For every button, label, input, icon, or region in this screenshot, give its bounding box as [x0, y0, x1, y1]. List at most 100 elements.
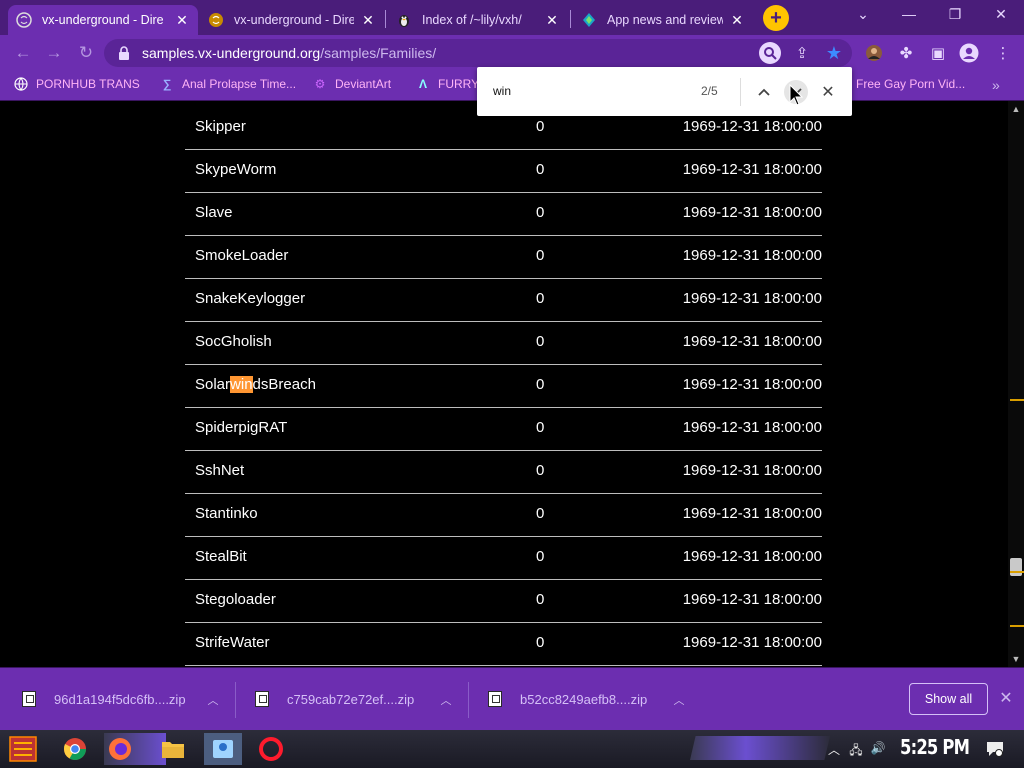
folder-link[interactable]: Slave — [195, 204, 233, 221]
file-date: 1969-12-31 18:00:00 — [682, 376, 822, 393]
bookmark-item[interactable]: ⚙ DeviantArt — [313, 77, 391, 91]
mail-app-icon[interactable] — [204, 733, 242, 765]
download-filename: 96d1a194f5dc6fb....zip — [54, 691, 186, 707]
bookmark-item[interactable]: PORNHUB TRANS — [14, 77, 140, 91]
folder-link[interactable]: SolarwindsBreach — [195, 376, 316, 393]
folder-link[interactable]: SnakeKeylogger — [195, 290, 305, 307]
file-explorer-app-icon[interactable] — [156, 733, 190, 765]
bookmark-item[interactable]: Λ FURRY — [416, 77, 479, 91]
puzzle-extensions-icon[interactable]: ✤ — [895, 42, 917, 64]
url-path: /samples/Families/ — [320, 45, 437, 61]
close-window-button[interactable]: ✕ — [991, 6, 1011, 26]
folder-link[interactable]: Skipper — [195, 118, 246, 135]
zip-file-icon — [488, 691, 502, 707]
new-tab-button[interactable]: + — [763, 5, 789, 31]
vx-underground-favicon-icon — [16, 12, 32, 28]
table-row: SshNet 0 1969-12-31 18:00:00 — [185, 451, 822, 494]
scrollbar-thumb[interactable] — [1010, 558, 1022, 576]
tab-vx-underground-2[interactable]: vx-underground - Dire ✕ — [200, 5, 384, 35]
bookmark-label: PORNHUB TRANS — [36, 77, 140, 91]
folder-link[interactable]: Stegoloader — [195, 591, 276, 608]
tab-app-news[interactable]: App news and reviews ✕ — [573, 5, 753, 35]
folder-link[interactable]: SmokeLoader — [195, 247, 288, 264]
find-divider — [740, 78, 741, 106]
download-item[interactable]: c759cab72e72ef....zip — [255, 690, 414, 708]
tab-title: vx-underground - Dire — [234, 13, 354, 27]
folder-link[interactable]: SshNet — [195, 462, 244, 479]
chrome-app-icon[interactable] — [58, 733, 92, 765]
file-date: 1969-12-31 18:00:00 — [682, 591, 822, 608]
url-host: samples.vx-underground.org — [142, 45, 321, 61]
profile-icon[interactable] — [958, 42, 980, 64]
file-size: 0 — [536, 419, 545, 436]
folder-link[interactable]: SpiderpigRAT — [195, 419, 287, 436]
back-button[interactable]: ← — [12, 42, 34, 64]
taskbar-clock[interactable]: 5:25 PM — [900, 735, 970, 759]
show-all-downloads-button[interactable]: Show all — [909, 683, 988, 715]
find-previous-button[interactable] — [752, 80, 776, 104]
a-logo-icon: Λ — [418, 77, 427, 91]
table-row: Slave 0 1969-12-31 18:00:00 — [185, 193, 822, 236]
scroll-down-arrow-icon[interactable]: ▼ — [1008, 654, 1024, 666]
close-tab-icon[interactable]: ✕ — [544, 12, 560, 29]
opera-app-icon[interactable] — [254, 733, 288, 765]
tab-index-lily[interactable]: Index of /~lily/vxh/ ✕ — [388, 5, 568, 35]
close-tab-icon[interactable]: ✕ — [729, 12, 745, 29]
folder-link[interactable]: Stantinko — [195, 505, 258, 522]
restore-button[interactable]: ❐ — [945, 6, 965, 26]
menu-kebab-icon[interactable]: ⋮ — [992, 42, 1014, 64]
download-filename: b52cc8249aefb8....zip — [520, 691, 648, 707]
file-date: 1969-12-31 18:00:00 — [682, 161, 822, 178]
bracket-icon: ∑ — [162, 77, 172, 91]
close-tab-icon[interactable]: ✕ — [360, 12, 376, 29]
show-hidden-icons-chevron-icon[interactable]: ︿ — [826, 741, 842, 757]
table-row: SpiderpigRAT 0 1969-12-31 18:00:00 — [185, 408, 822, 451]
start-button[interactable] — [6, 733, 40, 765]
bookmark-label: FURRY — [438, 77, 480, 91]
close-shelf-icon[interactable]: ✕ — [996, 688, 1016, 708]
folder-link[interactable]: StealBit — [195, 548, 247, 565]
reload-button[interactable]: ↻ — [75, 42, 97, 64]
file-size: 0 — [536, 462, 545, 479]
close-tab-icon[interactable]: ✕ — [174, 12, 190, 29]
scrollbar-track[interactable] — [1008, 101, 1024, 667]
network-icon[interactable]: 🖧 — [848, 741, 864, 757]
share-icon[interactable]: ⇪ — [791, 42, 813, 64]
download-item[interactable]: 96d1a194f5dc6fb....zip — [22, 690, 186, 708]
file-date: 1969-12-31 18:00:00 — [682, 204, 822, 221]
side-panel-icon[interactable]: ▣ — [927, 42, 949, 64]
table-row: SkypeWorm 0 1969-12-31 18:00:00 — [185, 150, 822, 193]
zoom-search-icon[interactable] — [759, 42, 781, 64]
table-row: Stantinko 0 1969-12-31 18:00:00 — [185, 494, 822, 537]
bookmark-star-icon[interactable]: ★ — [823, 42, 845, 64]
minimize-button[interactable]: — — [899, 6, 919, 26]
find-close-button[interactable]: ✕ — [816, 80, 840, 104]
scroll-up-arrow-icon[interactable]: ▲ — [1008, 104, 1024, 116]
download-options-chevron-icon[interactable]: ︿ — [439, 692, 453, 707]
table-row: SocGholish 0 1969-12-31 18:00:00 — [185, 322, 822, 365]
more-bookmarks-chevron-icon[interactable]: » — [992, 77, 1000, 93]
folder-link[interactable]: StrifeWater — [195, 634, 269, 651]
find-input[interactable] — [493, 81, 693, 101]
download-options-chevron-icon[interactable]: ︿ — [206, 692, 220, 707]
extension-avatar-icon[interactable] — [863, 42, 885, 64]
file-size: 0 — [536, 118, 545, 135]
url-text[interactable]: samples.vx-underground.org/samples/Famil… — [142, 45, 436, 61]
taskbar-decoration — [690, 736, 830, 760]
folder-link[interactable]: SocGholish — [195, 333, 272, 350]
lock-icon[interactable] — [118, 46, 130, 60]
notifications-icon[interactable] — [985, 741, 1005, 757]
find-match-marker — [1010, 571, 1024, 573]
tab-divider — [570, 10, 571, 28]
download-options-chevron-icon[interactable]: ︿ — [672, 692, 686, 707]
bookmark-item[interactable]: Free Gay Porn Vid... — [856, 77, 965, 91]
forward-button[interactable]: → — [43, 42, 65, 64]
tab-vx-underground-1[interactable]: vx-underground - Dire ✕ — [8, 5, 198, 35]
tab-divider — [385, 10, 386, 28]
folder-link[interactable]: SkypeWorm — [195, 161, 276, 178]
download-item[interactable]: b52cc8249aefb8....zip — [488, 690, 647, 708]
tab-search-chevron-icon[interactable]: ⌄ — [853, 6, 873, 26]
file-date: 1969-12-31 18:00:00 — [682, 548, 822, 565]
volume-icon[interactable]: 🔊 — [870, 741, 886, 757]
bookmark-item[interactable]: ∑ Anal Prolapse Time... — [160, 77, 296, 91]
